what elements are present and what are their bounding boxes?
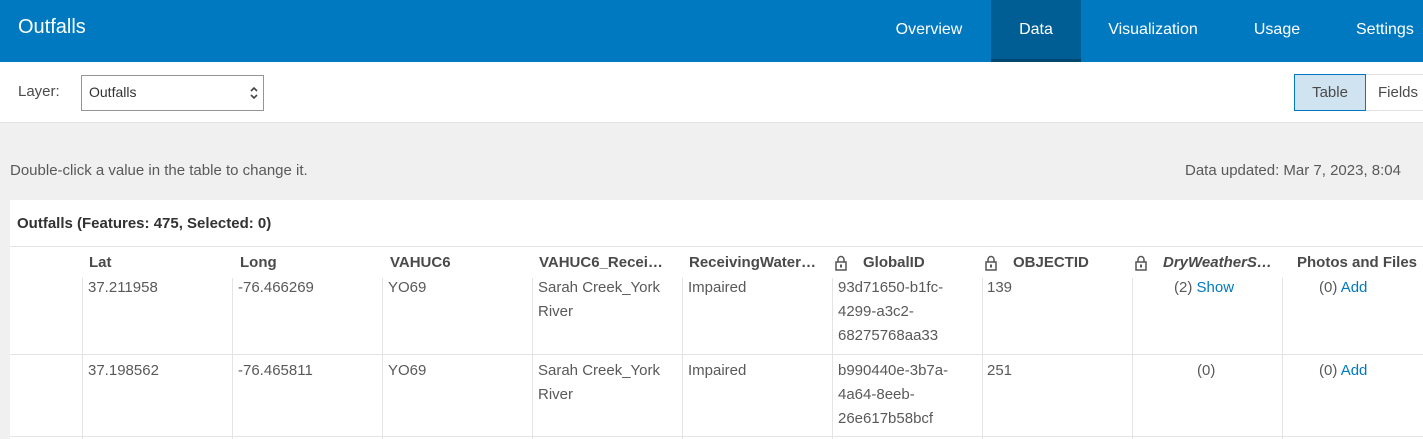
column-divider xyxy=(682,278,683,439)
globalid-line: 4a64-8eeb- xyxy=(838,386,915,403)
cell-globalid: b990440e-3b7a- 4a64-8eeb- 26e617b58bcf xyxy=(838,359,948,431)
tab-visualization[interactable]: Visualization xyxy=(1095,0,1211,62)
edit-hint: Double-click a value in the table to cha… xyxy=(10,162,308,179)
cell-dryweather: (2) Show xyxy=(1174,276,1234,300)
data-updated: Data updated: Mar 7, 2023, 8:04 xyxy=(1185,162,1401,179)
layer-select[interactable]: Outfalls xyxy=(81,75,264,111)
column-divider xyxy=(382,278,383,439)
tab-data[interactable]: Data xyxy=(991,0,1081,62)
dryweather-count: (0) xyxy=(1197,362,1216,379)
tab-usage[interactable]: Usage xyxy=(1240,0,1314,62)
cell-vahuc6[interactable]: YO69 xyxy=(388,359,426,383)
column-divider xyxy=(1282,278,1283,439)
column-divider xyxy=(532,278,533,439)
column-header-photos[interactable]: Photos and Files xyxy=(1297,254,1417,271)
cell-objectid: 251 xyxy=(987,362,1013,379)
title-divider xyxy=(10,246,1423,247)
column-header-dryweather[interactable]: DryWeatherS… xyxy=(1163,254,1272,271)
cell-photos: (0) Add xyxy=(1319,276,1367,300)
table-view-button[interactable]: Table xyxy=(1294,74,1366,111)
dryweather-count: (2) xyxy=(1174,279,1193,296)
photos-add-link[interactable]: Add xyxy=(1341,279,1368,296)
globalid-line: 26e617b58bcf xyxy=(838,410,934,427)
column-divider xyxy=(232,278,233,439)
photos-count: (0) xyxy=(1319,362,1338,379)
photos-add-link[interactable]: Add xyxy=(1341,362,1368,379)
column-header-receiving-water[interactable]: ReceivingWater… xyxy=(689,254,816,271)
cell-receiving-line: Sarah Creek_York xyxy=(538,279,661,296)
cell-receiving-water[interactable]: Impaired xyxy=(688,359,746,383)
cell-globalid: 93d71650-b1fc- 4299-a3c2- 68275768aa33 xyxy=(838,276,943,348)
cell-receiving-water[interactable]: Impaired xyxy=(688,276,746,300)
select-arrows-icon xyxy=(249,83,259,103)
cell-long[interactable]: -76.465811 xyxy=(238,359,313,383)
column-header-objectid[interactable]: OBJECTID xyxy=(1013,254,1089,271)
globalid-line: b990440e-3b7a- xyxy=(838,362,949,379)
cell-receiving-line: Sarah Creek_York xyxy=(538,362,661,379)
cell-receiving-line: River xyxy=(538,386,574,403)
layer-label: Layer: xyxy=(18,83,60,100)
fields-view-button[interactable]: Fields xyxy=(1366,74,1423,111)
column-divider xyxy=(82,278,83,439)
column-header-vahuc6[interactable]: VAHUC6 xyxy=(390,254,451,271)
table-title: Outfalls (Features: 475, Selected: 0) xyxy=(17,215,272,232)
cell-photos: (0) Add xyxy=(1319,359,1367,383)
lock-icon xyxy=(985,255,997,271)
globalid-line: 93d71650-b1fc- xyxy=(838,279,944,296)
cell-objectid: 139 xyxy=(987,279,1013,296)
cell-receiving[interactable]: Sarah Creek_York River xyxy=(538,276,660,324)
photos-count: (0) xyxy=(1319,279,1338,296)
row-divider xyxy=(10,354,1423,355)
column-header-vahuc6-receiving[interactable]: VAHUC6_Recei… xyxy=(539,254,663,271)
cell-long[interactable]: -76.466269 xyxy=(238,276,314,300)
column-divider xyxy=(832,278,833,439)
cell-lat[interactable]: 37.211958 xyxy=(88,276,158,300)
column-divider xyxy=(982,278,983,439)
globalid-line: 68275768aa33 xyxy=(838,327,939,344)
column-divider xyxy=(1132,278,1133,439)
column-header-globalid[interactable]: GlobalID xyxy=(863,254,925,271)
cell-receiving-line: River xyxy=(538,303,574,320)
dryweather-show-link[interactable]: Show xyxy=(1197,279,1235,296)
cell-dryweather: (0) xyxy=(1197,359,1215,383)
lock-icon xyxy=(1135,255,1147,271)
cell-receiving[interactable]: Sarah Creek_York River xyxy=(538,359,660,407)
layer-bar: Layer: Outfalls Table Fields xyxy=(0,62,1423,123)
tab-overview[interactable]: Overview xyxy=(881,0,977,62)
row-divider xyxy=(10,436,1423,437)
cell-vahuc6[interactable]: YO69 xyxy=(388,276,426,300)
app-title: Outfalls xyxy=(18,16,86,38)
lock-icon xyxy=(835,255,847,271)
table-panel: Outfalls (Features: 475, Selected: 0) La… xyxy=(10,200,1423,439)
tab-settings[interactable]: Settings xyxy=(1342,0,1423,62)
column-header-long[interactable]: Long xyxy=(240,254,277,271)
top-bar: Outfalls Overview Data Visualization Usa… xyxy=(0,0,1423,62)
column-header-lat[interactable]: Lat xyxy=(89,254,112,271)
globalid-line: 4299-a3c2- xyxy=(838,303,914,320)
layer-select-value: Outfalls xyxy=(89,84,137,100)
cell-lat[interactable]: 37.198562 xyxy=(88,359,159,383)
